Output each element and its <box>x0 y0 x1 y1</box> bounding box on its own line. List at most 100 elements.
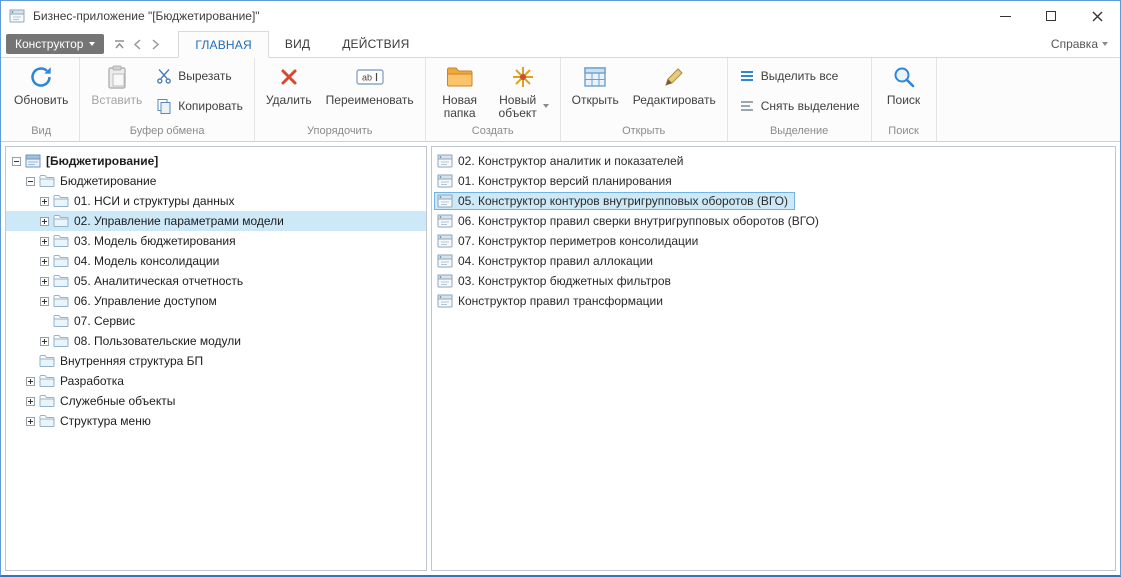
folder-icon <box>53 294 69 308</box>
expand-icon[interactable] <box>26 417 35 426</box>
rename-button[interactable]: ab Переименовать <box>319 60 421 110</box>
collapse-icon[interactable] <box>12 157 21 166</box>
tree-item[interactable]: Бюджетирование <box>6 171 426 191</box>
titlebar: Бизнес-приложение "[Бюджетирование]" <box>1 1 1120 31</box>
copy-button[interactable]: Копировать <box>149 95 250 117</box>
ribbon-group-create: Новая папка Новый объект Создать <box>426 58 561 141</box>
tree-item[interactable]: Структура меню <box>6 411 426 431</box>
maximize-button[interactable] <box>1028 1 1074 31</box>
tab-deystviya[interactable]: ДЕЙСТВИЯ <box>326 31 425 57</box>
deselect-button[interactable]: Снять выделение <box>732 95 867 117</box>
nav-forward-button[interactable] <box>146 31 164 57</box>
tab-vid[interactable]: ВИД <box>269 31 326 57</box>
folder-icon <box>53 194 69 208</box>
tab-glavnaya[interactable]: ГЛАВНАЯ <box>178 31 268 58</box>
object-icon <box>437 214 453 228</box>
open-button[interactable]: Открыть <box>565 60 626 110</box>
tree-item[interactable]: 06. Управление доступом <box>6 291 426 311</box>
folder-icon <box>39 174 55 188</box>
paste-button[interactable]: Вставить <box>84 60 149 110</box>
minimize-button[interactable] <box>982 1 1028 31</box>
expand-icon[interactable] <box>40 297 49 306</box>
search-button[interactable]: Поиск <box>876 60 932 110</box>
tree-item-label: Внутренняя структура БП <box>60 354 203 368</box>
expand-icon[interactable] <box>26 377 35 386</box>
tree-item[interactable]: 07. Сервис <box>6 311 426 331</box>
list-item[interactable]: 07. Конструктор периметров консолидации <box>432 231 1115 251</box>
select-all-button[interactable]: Выделить все <box>732 65 867 87</box>
tree-item[interactable]: 03. Модель бюджетирования <box>6 231 426 251</box>
chevron-down-icon <box>543 104 549 108</box>
list-item[interactable]: 04. Конструктор правил аллокации <box>432 251 1115 271</box>
help-label: Справка <box>1051 37 1098 51</box>
expand-icon[interactable] <box>40 257 49 266</box>
select-all-icon <box>739 68 755 84</box>
tree-item[interactable]: 01. НСИ и структуры данных <box>6 191 426 211</box>
app-root-icon <box>25 154 41 168</box>
pin-button[interactable] <box>110 31 128 57</box>
tree-item-root[interactable]: [Бюджетирование] <box>6 151 426 171</box>
expand-icon[interactable] <box>26 397 35 406</box>
app-menu-label: Конструктор <box>15 37 83 51</box>
new-object-button[interactable]: Новый объект <box>490 60 556 123</box>
tree-item[interactable]: 05. Аналитическая отчетность <box>6 271 426 291</box>
tree-item-label: [Бюджетирование] <box>46 154 158 168</box>
ribbon-group-selection: Выделить все Снять выделение Выделение <box>728 58 872 141</box>
new-folder-label: Новая папка <box>437 94 483 120</box>
expand-icon[interactable] <box>40 197 49 206</box>
tree-item-label: 08. Пользовательские модули <box>74 334 241 348</box>
tree-item-label: 03. Модель бюджетирования <box>74 234 236 248</box>
tree-item-label: 05. Аналитическая отчетность <box>74 274 243 288</box>
nav-back-button[interactable] <box>128 31 146 57</box>
tree-item[interactable]: Служебные объекты <box>6 391 426 411</box>
window-controls <box>982 1 1120 31</box>
list-item[interactable]: 03. Конструктор бюджетных фильтров <box>432 271 1115 291</box>
tree-item[interactable]: Разработка <box>6 371 426 391</box>
tree-item-label: 07. Сервис <box>74 314 135 328</box>
object-icon <box>437 274 453 288</box>
chevron-down-icon <box>1102 42 1108 46</box>
list-item[interactable]: 01. Конструктор версий планирования <box>432 171 1115 191</box>
help-button[interactable]: Справка <box>1051 31 1108 57</box>
object-icon <box>437 254 453 268</box>
new-object-label: Новый объект <box>497 94 539 120</box>
group-caption-view: Вид <box>7 123 75 141</box>
delete-button[interactable]: Удалить <box>259 60 319 110</box>
ribbon-tabs: ГЛАВНАЯ ВИД ДЕЙСТВИЯ <box>178 31 425 57</box>
list-item-selected[interactable]: 05. Конструктор контуров внутригрупповых… <box>432 191 1115 211</box>
folder-icon <box>53 234 69 248</box>
collapse-icon[interactable] <box>26 177 35 186</box>
edit-button[interactable]: Редактировать <box>626 60 723 110</box>
select-all-label: Выделить все <box>761 69 839 83</box>
tree-item[interactable]: 04. Модель консолидации <box>6 251 426 271</box>
group-caption-selection: Выделение <box>732 123 867 141</box>
group-caption-search: Поиск <box>876 123 932 141</box>
cut-button[interactable]: Вырезать <box>149 65 250 87</box>
ribbon-tab-row: Конструктор ГЛАВНАЯ ВИД ДЕЙСТВИЯ Справка <box>1 31 1120 58</box>
chevron-down-icon <box>89 42 95 46</box>
expand-icon[interactable] <box>40 277 49 286</box>
open-label: Открыть <box>572 94 619 107</box>
object-icon <box>437 174 453 188</box>
deselect-icon <box>739 98 755 114</box>
tree-item-selected[interactable]: 02. Управление параметрами модели <box>6 211 426 231</box>
open-icon <box>582 63 608 91</box>
ribbon-group-arrange: Удалить ab Переименовать Упорядочить <box>255 58 426 141</box>
tree-item[interactable]: Внутренняя структура БП <box>6 351 426 371</box>
close-button[interactable] <box>1074 1 1120 31</box>
expand-icon[interactable] <box>40 237 49 246</box>
expand-icon[interactable] <box>40 217 49 226</box>
search-icon <box>891 63 917 91</box>
app-menu-button[interactable]: Конструктор <box>6 34 104 54</box>
tree-item[interactable]: 08. Пользовательские модули <box>6 331 426 351</box>
folder-icon <box>39 374 55 388</box>
ribbon: Обновить Вид Вставить Вырезать <box>1 58 1120 142</box>
list-item[interactable]: 06. Конструктор правил сверки внутригруп… <box>432 211 1115 231</box>
list-item[interactable]: Конструктор правил трансформации <box>432 291 1115 311</box>
object-icon <box>437 234 453 248</box>
new-folder-button[interactable]: Новая папка <box>430 60 490 123</box>
refresh-button[interactable]: Обновить <box>7 60 75 110</box>
expand-icon[interactable] <box>40 337 49 346</box>
folder-icon <box>53 334 69 348</box>
list-item[interactable]: 02. Конструктор аналитик и показателей <box>432 151 1115 171</box>
